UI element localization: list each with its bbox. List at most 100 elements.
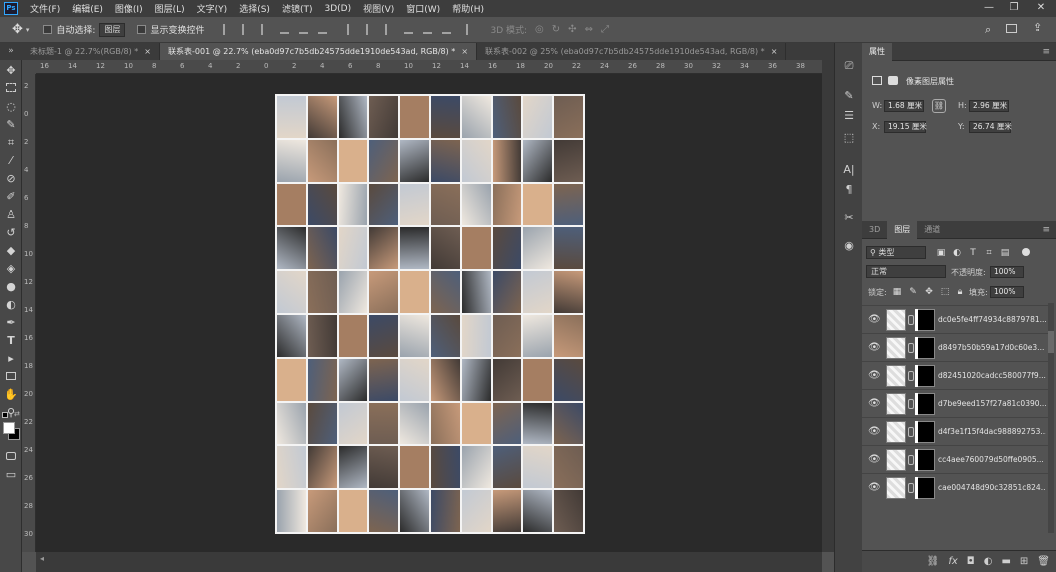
eye-icon[interactable]: 👁︎ — [868, 314, 881, 326]
pen-tool-icon[interactable]: ✒ — [3, 316, 19, 330]
tab-channels[interactable]: 通道 — [917, 221, 947, 239]
layer-mask-thumbnail[interactable] — [915, 393, 935, 415]
layer-row[interactable]: 👁︎ d8497b50b59a17d0c60e3... — [862, 333, 1048, 361]
link-layers-icon[interactable]: ⛓ — [927, 556, 940, 567]
rectangle-tool-icon[interactable] — [3, 370, 19, 384]
distribute-hcenter-icon[interactable] — [366, 24, 375, 35]
contact-sheet-document[interactable] — [275, 94, 585, 534]
menu-view[interactable]: 视图(V) — [357, 2, 400, 15]
auto-select-target-dropdown[interactable]: 图层 — [99, 22, 126, 37]
tab-layers[interactable]: 图层 — [887, 220, 918, 239]
filter-toggle-icon[interactable] — [1022, 248, 1030, 256]
3d-slide-icon[interactable]: ⇔ — [585, 24, 593, 35]
filter-smart-object-icon[interactable]: ▤ — [1000, 248, 1010, 258]
swatches-panel-icon[interactable]: ◉ — [842, 239, 856, 253]
layer-name[interactable]: cc4aee760079d50ffe0905... — [938, 455, 1046, 464]
lasso-tool-icon[interactable]: ◌ — [3, 100, 19, 114]
history-panel-icon[interactable]: ⎚ — [842, 59, 856, 73]
fill-field[interactable]: 100% — [990, 286, 1024, 298]
eye-icon[interactable]: 👁︎ — [868, 370, 881, 382]
opacity-field[interactable]: 100% — [990, 266, 1024, 278]
horizontal-ruler[interactable]: 16 14 12 10 8 6 4 2 0 2 4 6 8 10 12 14 16 18 20 22 24 26 28 30 3… — [36, 60, 822, 74]
width-field[interactable]: 1.68 厘米 — [884, 100, 924, 112]
eyedropper-tool-icon[interactable]: ⁄ — [3, 154, 19, 168]
panel-menu-icon[interactable]: ≡ — [1042, 47, 1050, 57]
distribute-bottom-icon[interactable] — [442, 25, 452, 34]
3d-orbit-icon[interactable]: ◎ — [535, 24, 544, 35]
align-hcenter-icon[interactable] — [242, 24, 251, 35]
eye-icon[interactable]: 👁︎ — [868, 342, 881, 354]
distribute-vcenter-icon[interactable] — [423, 25, 433, 34]
eraser-tool-icon[interactable]: ◆ — [3, 244, 19, 258]
align-vcenter-icon[interactable] — [299, 25, 309, 34]
link-icon[interactable] — [908, 399, 914, 409]
tab-properties[interactable]: 属性 — [862, 42, 892, 61]
chevron-down-icon[interactable]: ▾ — [26, 26, 30, 34]
close-icon[interactable]: × — [771, 43, 778, 60]
hand-tool-icon[interactable]: ✋ — [3, 388, 19, 402]
menu-3d[interactable]: 3D(D) — [318, 4, 357, 14]
link-icon[interactable] — [908, 483, 914, 493]
filter-shape-icon[interactable]: ⌗ — [984, 248, 994, 258]
3d-roll-icon[interactable]: ↻ — [552, 24, 560, 35]
height-field[interactable]: 2.96 厘米 — [969, 100, 1009, 112]
link-icon[interactable] — [908, 315, 914, 325]
3d-scale-icon[interactable]: ⤢ — [601, 24, 609, 35]
move-tool-icon[interactable]: ✥ — [3, 64, 19, 78]
workspace-icon[interactable] — [1006, 24, 1017, 33]
paint-bucket-tool-icon[interactable]: ◈ — [3, 262, 19, 276]
history-brush-tool-icon[interactable]: ↺ — [3, 226, 19, 240]
character-panel-icon[interactable]: A| — [842, 163, 856, 177]
layer-name[interactable]: d4f3e1f15f4dac988892753... — [938, 427, 1046, 436]
layer-name[interactable]: d82451020cadcc580077f9... — [938, 371, 1046, 380]
align-right-icon[interactable] — [261, 24, 270, 35]
layer-name[interactable]: d8497b50b59a17d0c60e3... — [938, 343, 1046, 352]
menu-select[interactable]: 选择(S) — [233, 2, 276, 15]
auto-select-checkbox[interactable] — [43, 25, 53, 34]
default-colors-icon[interactable] — [2, 412, 8, 418]
screen-mode-icon[interactable]: ▭ — [3, 468, 19, 482]
lock-artboard-icon[interactable]: ⬚ — [940, 287, 950, 297]
3d-pan-icon[interactable]: ✣ — [568, 24, 576, 35]
brush-settings-icon[interactable]: ✎ — [842, 89, 856, 103]
delete-layer-icon[interactable]: 🗑︎ — [1037, 556, 1050, 567]
eye-icon[interactable]: 👁︎ — [868, 454, 881, 466]
brush-tool-icon[interactable]: ✐ — [3, 190, 19, 204]
distribute-right-icon[interactable] — [385, 24, 394, 35]
align-top-icon[interactable] — [280, 25, 290, 34]
tab-3d[interactable]: 3D — [862, 221, 887, 239]
lock-all-icon[interactable]: 🔒︎ — [955, 287, 965, 297]
panel-menu-icon[interactable]: ≡ — [1042, 225, 1050, 235]
x-field[interactable]: 19.15 厘米 — [884, 121, 927, 133]
type-tool-icon[interactable]: T — [3, 334, 19, 348]
eye-icon[interactable]: 👁︎ — [868, 398, 881, 410]
share-icon[interactable]: ⇪ — [1033, 21, 1042, 34]
link-icon[interactable] — [908, 427, 914, 437]
link-icon[interactable] — [908, 455, 914, 465]
layer-mask-thumbnail[interactable] — [915, 477, 935, 499]
layer-mask-thumbnail[interactable] — [915, 365, 935, 387]
quick-mask-icon[interactable] — [3, 450, 19, 464]
new-layer-icon[interactable]: ⊞ — [1020, 556, 1028, 567]
layer-row[interactable]: 👁︎ d82451020cadcc580077f9... — [862, 361, 1048, 389]
menu-help[interactable]: 帮助(H) — [446, 2, 490, 15]
path-select-tool-icon[interactable]: ▸ — [3, 352, 19, 366]
tab-untitled[interactable]: 未标题-1 @ 22.7%(RGB/8) * × — [22, 43, 160, 60]
link-icon[interactable] — [908, 371, 914, 381]
add-mask-icon[interactable]: ◘ — [967, 556, 975, 567]
layer-mask-thumbnail[interactable] — [915, 309, 935, 331]
blur-tool-icon[interactable]: ● — [3, 280, 19, 294]
quick-select-tool-icon[interactable]: ✎ — [3, 118, 19, 132]
minimize-button[interactable]: — — [978, 0, 1000, 17]
filter-pixel-icon[interactable]: ▣ — [936, 248, 946, 258]
menu-image[interactable]: 图像(I) — [109, 2, 149, 15]
collapse-toolbar-icon[interactable]: » — [0, 43, 22, 60]
distribute-left-icon[interactable] — [347, 24, 356, 35]
foreground-color-swatch[interactable] — [3, 422, 15, 434]
layer-row[interactable]: 👁︎ d4f3e1f15f4dac988892753... — [862, 417, 1048, 445]
move-tool-icon[interactable]: ✥ — [12, 22, 23, 37]
blend-mode-dropdown[interactable]: 正常 — [866, 265, 946, 278]
marquee-tool-icon[interactable] — [3, 82, 19, 96]
align-left-icon[interactable] — [223, 24, 232, 35]
vertical-ruler[interactable]: 2 0 2 4 6 8 10 12 14 16 18 20 22 24 26 28 30 — [22, 74, 36, 552]
